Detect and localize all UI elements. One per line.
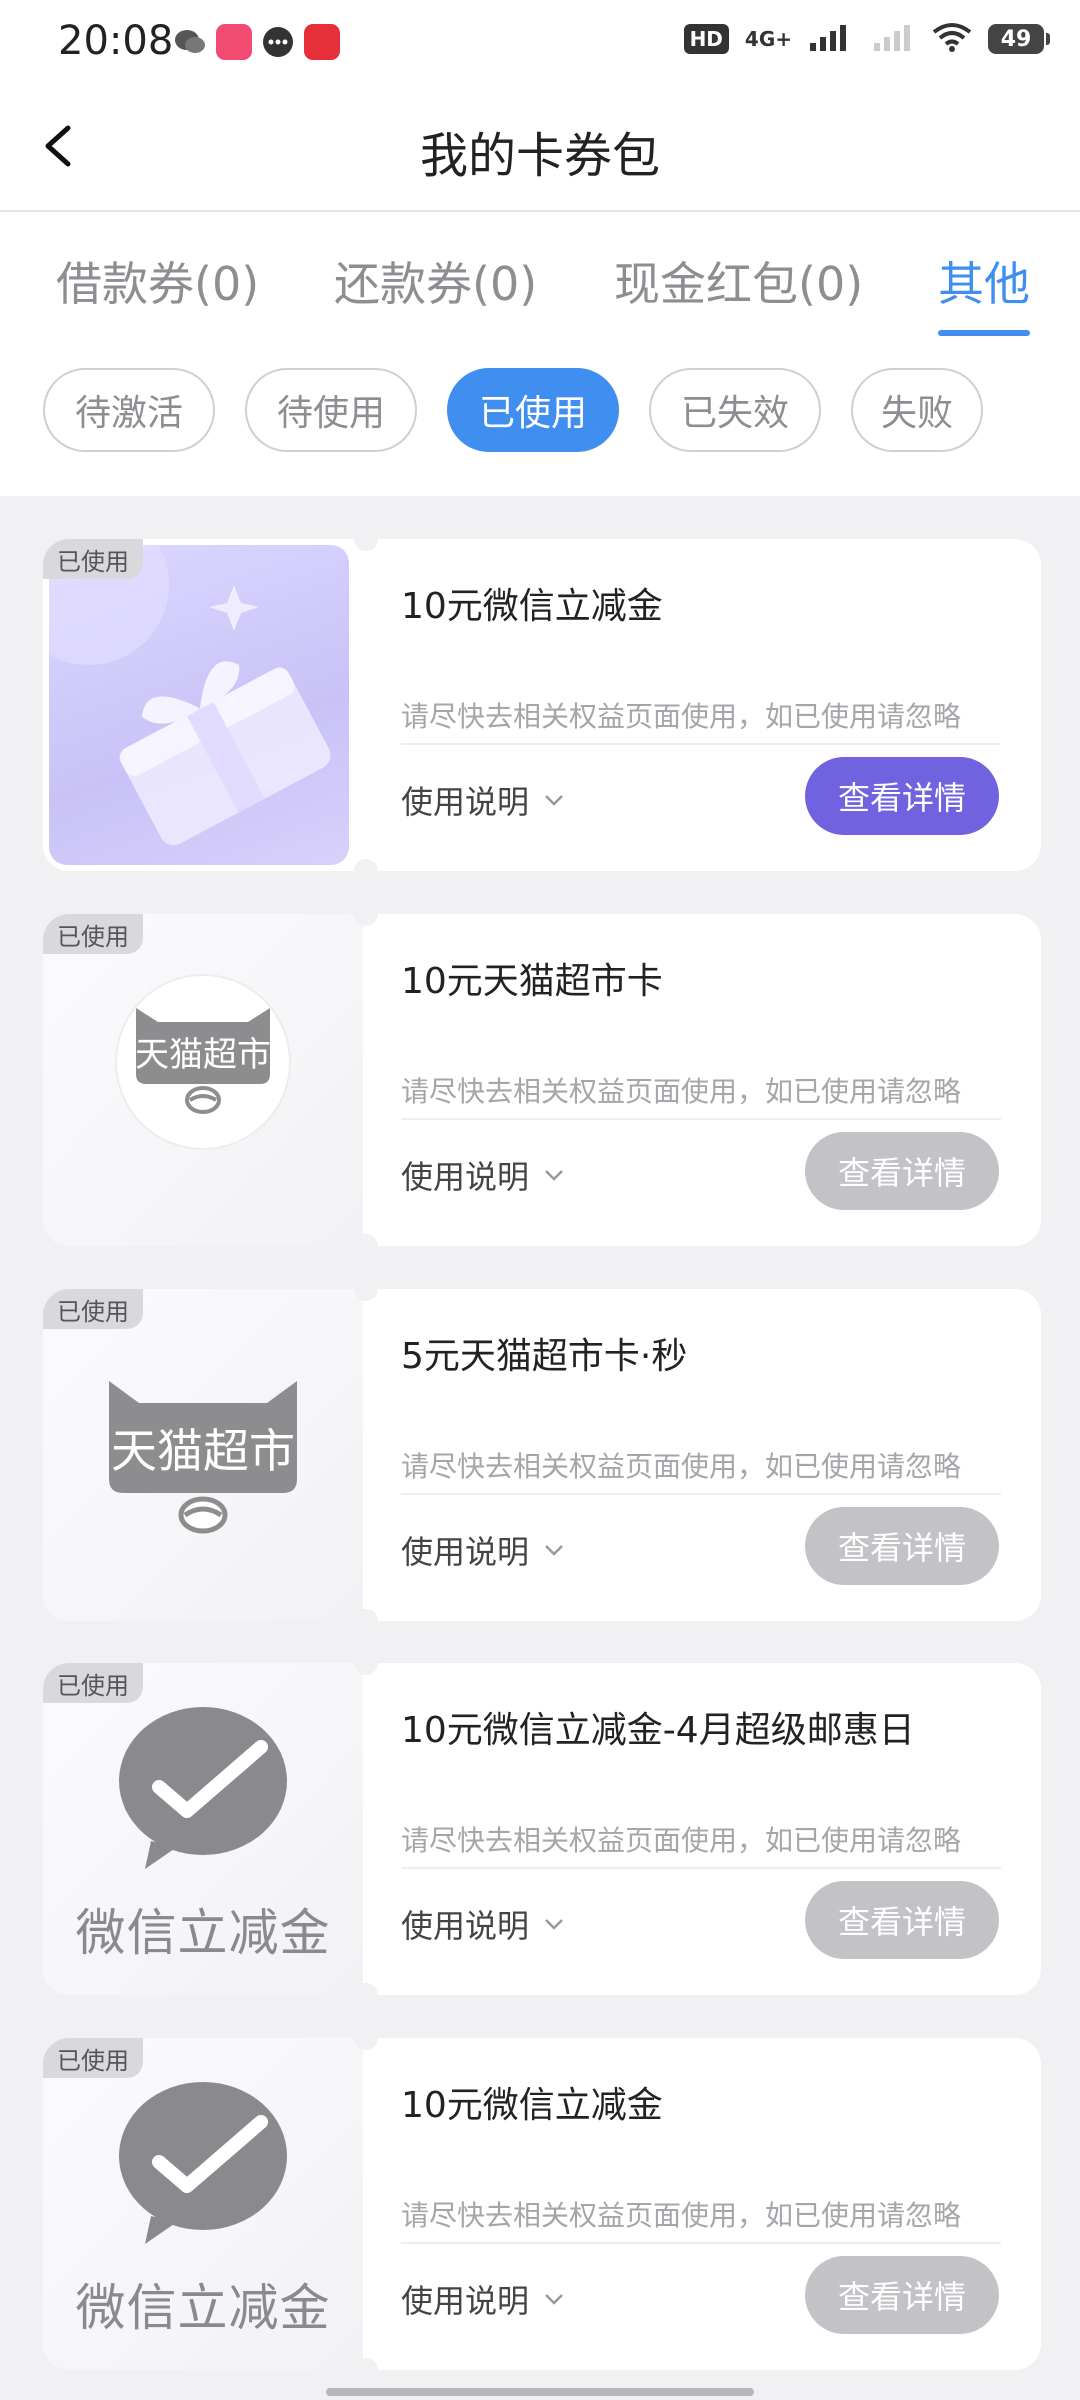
top-nav-bar: 我的卡券包 [0, 86, 1080, 212]
active-tab-indicator [938, 330, 1030, 336]
status-filter-bar: 待激活 待使用 已使用 已失效 失败 [0, 340, 1080, 496]
network-type: 4G+ [744, 27, 792, 51]
coupon-title: 10元微信立减金 [401, 586, 663, 627]
usage-instructions-toggle[interactable]: 使用说明 [401, 2276, 565, 2322]
tmall-logo-text: 天猫超市 [135, 1035, 271, 1075]
coupon-type-tabs: 借款券(0) 还款券(0) 现金红包(0) 其他 [0, 212, 1080, 340]
filter-to-use[interactable]: 待使用 [245, 368, 417, 452]
card-notch [354, 859, 378, 871]
card-notch [354, 2358, 378, 2370]
used-badge: 已使用 [43, 1289, 143, 1329]
tmall-logo-text: 天猫超市 [111, 1424, 295, 1478]
filter-used[interactable]: 已使用 [447, 368, 619, 452]
chevron-down-icon [545, 2294, 563, 2305]
used-badge: 已使用 [43, 539, 143, 579]
card-notch [354, 1234, 378, 1246]
coupon-thumbnail: 天猫超市 已使用 [43, 1289, 363, 1621]
tmall-supermarket-logo: 天猫超市 [109, 1381, 297, 1534]
battery-icon: 49 [988, 24, 1050, 54]
coupon-description: 请尽快去相关权益页面使用，如已使用请忽略 [401, 2194, 1001, 2244]
filter-pending-activation[interactable]: 待激活 [43, 368, 215, 452]
gift-box-icon [49, 545, 349, 865]
coupon-card: 已使用 10元微信立减金 请尽快去相关权益页面使用，如已使用请忽略 使用说明 查… [43, 539, 1041, 871]
view-details-button[interactable]: 查看详情 [805, 1507, 999, 1585]
shopping-app-icon [304, 24, 340, 60]
usage-instructions-toggle[interactable]: 使用说明 [401, 1152, 565, 1198]
tab-cash-red-packets[interactable]: 现金红包(0) [614, 248, 863, 314]
view-details-button[interactable]: 查看详情 [805, 2256, 999, 2334]
used-badge: 已使用 [43, 2038, 143, 2078]
card-notch [354, 1609, 378, 1621]
wechat-pay-icon [119, 1707, 287, 1869]
message-app-icon [260, 24, 296, 60]
wechat-app-icon [172, 24, 208, 60]
wechat-voucher-label: 微信立减金 [75, 1904, 331, 1962]
coupon-title: 10元微信立减金 [401, 2085, 663, 2126]
usage-label: 使用说明 [401, 1907, 530, 1945]
coupon-card: 天猫超市 已使用 5元天猫超市卡·秒 请尽快去相关权益页面使用，如已使用请忽略 … [43, 1289, 1041, 1621]
cartoon-app-icon [216, 24, 252, 60]
chevron-down-icon [545, 795, 563, 806]
usage-label: 使用说明 [401, 1533, 530, 1571]
chevron-down-icon [545, 1919, 563, 1930]
coupon-description: 请尽快去相关权益页面使用，如已使用请忽略 [401, 695, 1001, 745]
usage-instructions-toggle[interactable]: 使用说明 [401, 1527, 565, 1573]
usage-label: 使用说明 [401, 783, 530, 821]
coupon-description: 请尽快去相关权益页面使用，如已使用请忽略 [401, 1070, 1001, 1120]
coupon-thumbnail: 微信立减金 已使用 [43, 2038, 363, 2370]
coupon-thumbnail: 天猫超市 已使用 [43, 914, 363, 1246]
wechat-voucher-label: 微信立减金 [75, 2279, 331, 2337]
coupon-description: 请尽快去相关权益页面使用，如已使用请忽略 [401, 1819, 1001, 1869]
coupon-card: 天猫超市 已使用 10元天猫超市卡 请尽快去相关权益页面使用，如已使用请忽略 使… [43, 914, 1041, 1246]
signal-2-icon [872, 23, 916, 55]
usage-instructions-toggle[interactable]: 使用说明 [401, 777, 565, 823]
tab-loan-coupons[interactable]: 借款券(0) [56, 248, 259, 314]
wechat-pay-icon [119, 2082, 287, 2244]
chevron-down-icon [545, 1170, 563, 1181]
coupon-title: 10元天猫超市卡 [401, 961, 663, 1002]
signal-icon [808, 23, 856, 55]
usage-label: 使用说明 [401, 1158, 530, 1196]
hd-indicator: HD [683, 24, 729, 54]
status-bar: 20:08 HD 4G+ 49 [0, 0, 1080, 86]
filter-failed[interactable]: 失败 [851, 368, 983, 452]
status-time: 20:08 [58, 18, 174, 64]
coupon-card: 微信立减金 已使用 10元微信立减金 请尽快去相关权益页面使用，如已使用请忽略 … [43, 2038, 1041, 2370]
chevron-down-icon [545, 1545, 563, 1556]
coupon-description: 请尽快去相关权益页面使用，如已使用请忽略 [401, 1445, 1001, 1495]
usage-label: 使用说明 [401, 2282, 530, 2320]
coupon-title: 10元微信立减金-4月超级邮惠日 [401, 1710, 915, 1751]
coupon-card: 微信立减金 已使用 10元微信立减金-4月超级邮惠日 请尽快去相关权益页面使用，… [43, 1663, 1041, 1995]
wifi-icon [932, 22, 972, 56]
coupon-title: 5元天猫超市卡·秒 [401, 1336, 688, 1377]
view-details-button[interactable]: 查看详情 [805, 1132, 999, 1210]
tab-repayment-coupons[interactable]: 还款券(0) [334, 248, 537, 314]
filter-expired[interactable]: 已失效 [649, 368, 821, 452]
coupon-thumbnail: 微信立减金 已使用 [43, 1663, 363, 1995]
used-badge: 已使用 [43, 914, 143, 954]
card-wallet-page: 20:08 HD 4G+ 49 我的卡券包 借款券(0) 还款券(0) 现金红包… [0, 0, 1080, 2400]
tmall-supermarket-logo: 天猫超市 [115, 974, 291, 1150]
status-indicators: HD 4G+ 49 [683, 22, 1050, 56]
coupon-thumbnail: 已使用 [43, 539, 363, 871]
page-title: 我的卡券包 [419, 128, 660, 184]
card-notch [354, 1983, 378, 1995]
view-details-button[interactable]: 查看详情 [805, 757, 999, 835]
view-details-button[interactable]: 查看详情 [805, 1881, 999, 1959]
usage-instructions-toggle[interactable]: 使用说明 [401, 1901, 565, 1947]
home-indicator[interactable] [326, 2388, 754, 2396]
used-badge: 已使用 [43, 1663, 143, 1703]
tab-other[interactable]: 其他 [938, 248, 1030, 314]
